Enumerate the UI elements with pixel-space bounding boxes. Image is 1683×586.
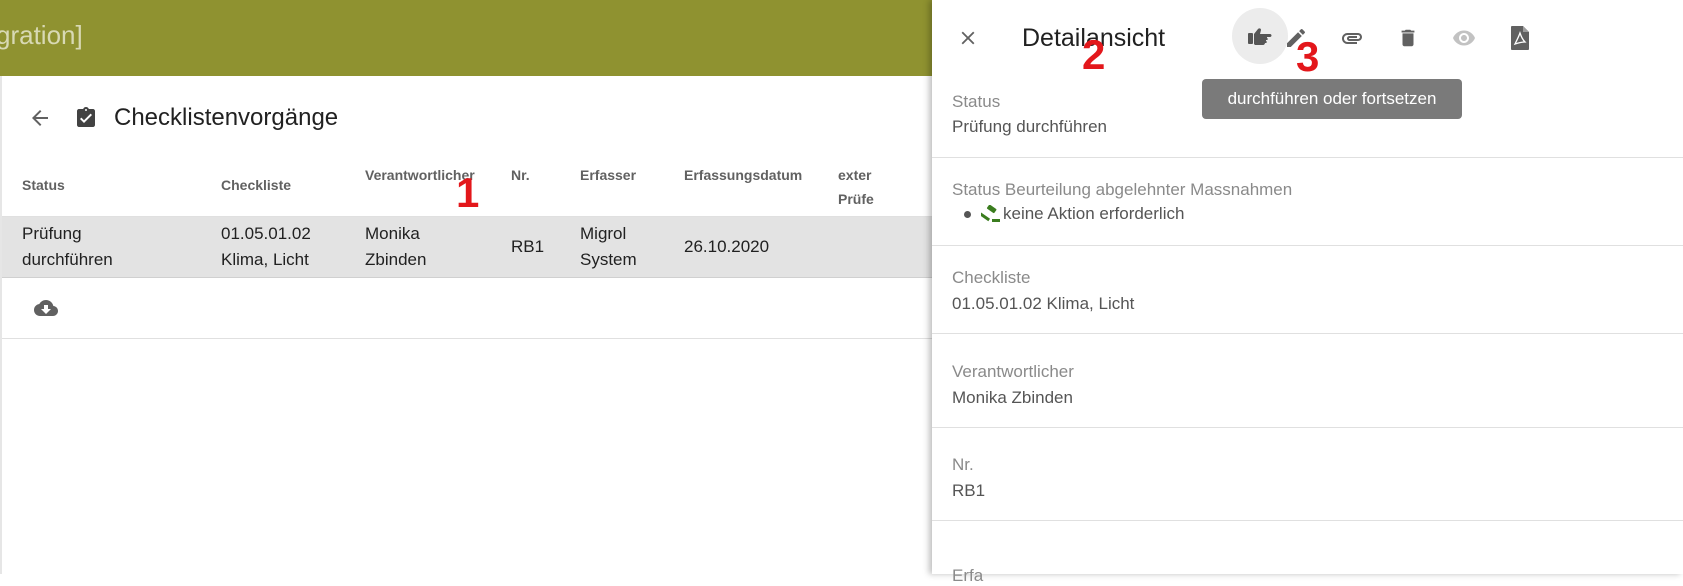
detail-beurteilung-item: keine Aktion erforderlich	[964, 204, 1184, 224]
detail-nr-value: RB1	[952, 481, 986, 500]
detail-erfasser: Erfa	[932, 534, 1683, 585]
cell-checkliste-line2: Klima, Licht	[221, 250, 309, 269]
eye-icon	[1453, 30, 1475, 46]
detail-nr: Nr. RB1	[932, 441, 1683, 521]
pdf-button[interactable]	[1498, 16, 1542, 60]
cell-status-line2: durchführen	[22, 250, 113, 269]
close-button[interactable]	[952, 22, 984, 54]
annotation-marker-3: 3	[1296, 33, 1320, 80]
detail-checkliste-value: 01.05.01.02 Klima, Licht	[952, 294, 1135, 313]
cell-checkliste: 01.05.01.02 Klima, Licht	[221, 221, 311, 273]
cell-erfasser-line2: System	[580, 250, 637, 269]
col-header-nr[interactable]: Nr.	[511, 163, 530, 187]
detail-checkliste-label: Checkliste	[952, 268, 1031, 287]
table-footer	[2, 278, 942, 339]
annotation-marker-2: 2	[1082, 31, 1106, 78]
col-header-extern[interactable]: exter Prüfe	[838, 163, 874, 211]
back-button[interactable]	[26, 104, 54, 132]
detail-panel: Detailansicht durchführen oder fortsetze…	[932, 0, 1683, 585]
detail-verantwortlicher: Verantwortlicher Monika Zbinden	[932, 348, 1683, 428]
trash-icon	[1401, 29, 1415, 47]
clipboard-check-icon	[72, 104, 100, 132]
close-icon	[961, 31, 975, 45]
paperclip-icon	[1342, 33, 1362, 44]
detail-status-label: Status	[952, 92, 1001, 111]
gavel-icon	[981, 205, 1000, 222]
detail-beurteilung-value: keine Aktion erforderlich	[1003, 204, 1185, 223]
cell-erfasser: Migrol System	[580, 221, 637, 273]
page-header: Checklistenvorgänge	[26, 98, 338, 138]
view-button[interactable]	[1442, 16, 1486, 60]
cell-nr: RB1	[511, 237, 545, 256]
cell-status-line1: Prüfung	[22, 224, 82, 243]
bullet-dot	[964, 210, 971, 218]
cell-status: Prüfung durchführen	[22, 221, 113, 273]
pdf-icon	[1511, 26, 1529, 50]
list-panel: Checklistenvorgänge Status Checkliste Ve…	[0, 76, 942, 574]
detail-nr-label: Nr.	[952, 455, 974, 474]
download-button[interactable]	[30, 294, 62, 322]
annotation-marker-1: 1	[456, 169, 480, 216]
arrow-back-icon	[32, 110, 48, 126]
col-header-erfassungsdatum[interactable]: Erfassungsdatum	[684, 163, 802, 187]
col-header-status[interactable]: Status	[22, 173, 65, 197]
detail-beurteilung-label: Status Beurteilung abgelehnter Massnahme…	[952, 180, 1293, 199]
pointing-hand-icon	[1248, 28, 1272, 45]
col-header-erfasser[interactable]: Erfasser	[580, 163, 636, 187]
detail-verantwortlicher-label: Verantwortlicher	[952, 362, 1074, 381]
cell-verantwortlicher: Monika Zbinden	[365, 221, 426, 273]
detail-beurteilung: Status Beurteilung abgelehnter Massnahme…	[932, 168, 1683, 246]
app-title: gration]	[0, 20, 83, 50]
app-bar: gration]	[0, 0, 940, 76]
detail-status: Status Prüfung durchführen	[932, 80, 1683, 158]
delete-button[interactable]	[1386, 16, 1430, 60]
cell-verantwortlicher-line1: Monika	[365, 224, 420, 243]
attach-button[interactable]	[1330, 16, 1374, 60]
cell-verantwortlicher-line2: Zbinden	[365, 250, 427, 269]
col-header-extern-line1: exter	[838, 167, 872, 183]
detail-erfasser-label: Erfa	[952, 566, 984, 585]
detail-verantwortlicher-value: Monika Zbinden	[952, 388, 1073, 407]
col-header-extern-line2: Prüfe	[838, 191, 874, 207]
table-row[interactable]: Prüfung durchführen 01.05.01.02 Klima, L…	[2, 217, 942, 278]
cell-erfassungsdatum: 26.10.2020	[684, 237, 770, 256]
cloud-download-icon	[34, 300, 58, 316]
detail-checkliste: Checkliste 01.05.01.02 Klima, Licht	[932, 254, 1683, 334]
page-title: Checklistenvorgänge	[114, 104, 339, 131]
col-header-checkliste[interactable]: Checkliste	[221, 173, 291, 197]
cell-checkliste-line1: 01.05.01.02	[221, 224, 311, 243]
cell-erfasser-line1: Migrol	[580, 224, 627, 243]
detail-status-value: Prüfung durchführen	[952, 117, 1107, 136]
